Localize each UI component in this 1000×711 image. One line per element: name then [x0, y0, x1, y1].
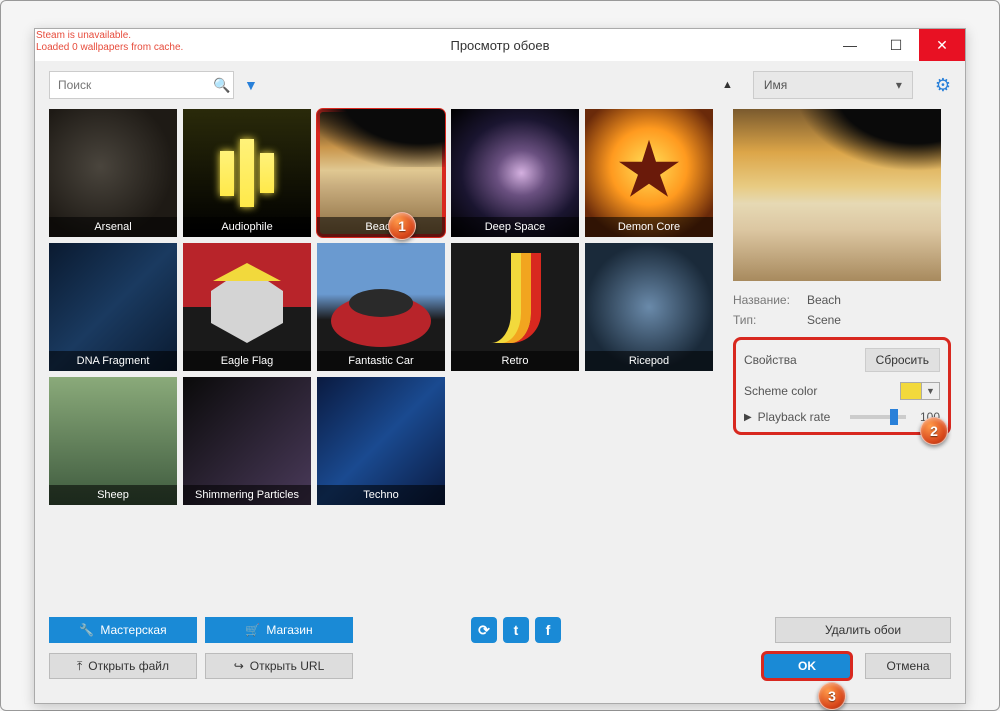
gear-icon[interactable]: ⚙ — [935, 75, 951, 96]
maximize-button[interactable]: ☐ — [873, 29, 919, 61]
properties-title: Свойства — [744, 353, 797, 367]
properties-panel: Свойства Сбросить Scheme color ▼ ▶ Playb… — [733, 337, 951, 435]
color-swatch — [900, 382, 922, 400]
tile-ricepod[interactable]: Ricepod — [585, 243, 713, 371]
sort-dropdown[interactable]: Имя ▾ — [753, 71, 913, 99]
details-sidebar: Название:Beach Тип:Scene Свойства Сброси… — [733, 109, 951, 505]
scheme-color-label: Scheme color — [744, 384, 817, 398]
delete-wallpaper-button[interactable]: Удалить обои — [775, 617, 951, 643]
playback-rate-label: Playback rate — [758, 410, 831, 424]
sort-label: Имя — [764, 78, 787, 92]
cart-icon: 🛒 — [245, 623, 260, 637]
tile-sheep[interactable]: Sheep — [49, 377, 177, 505]
callout-1: 1 — [388, 212, 416, 240]
search-input[interactable] — [58, 78, 213, 92]
sort-direction-icon[interactable]: ▲ — [722, 79, 733, 91]
bottom-bar: 🔧Мастерская 🛒Магазин ⟳ t f Удалить обои … — [49, 617, 951, 689]
toolbar: 🔍 ▼ ▲ Имя ▾ ⚙ — [35, 61, 965, 109]
tile-eagle-flag[interactable]: Eagle Flag — [183, 243, 311, 371]
window-title: Просмотр обоев — [450, 38, 549, 53]
ok-button[interactable]: OK — [761, 651, 853, 681]
link-icon: ↪ — [234, 659, 244, 673]
twitter-icon[interactable]: t — [503, 617, 529, 643]
status-messages: Steam is unavailable. Loaded 0 wallpaper… — [36, 30, 183, 54]
tile-retro[interactable]: Retro — [451, 243, 579, 371]
cancel-button[interactable]: Отмена — [865, 653, 951, 679]
upload-icon: ⤒ — [77, 659, 82, 674]
type-value: Scene — [807, 313, 841, 327]
open-file-button[interactable]: ⤒Открыть файл — [49, 653, 197, 679]
close-button[interactable]: ✕ — [919, 29, 965, 61]
name-key: Название: — [733, 293, 807, 307]
tile-deep-space[interactable]: Deep Space — [451, 109, 579, 237]
type-key: Тип: — [733, 313, 807, 327]
name-value: Beach — [807, 293, 841, 307]
filter-icon[interactable]: ▼ — [244, 77, 258, 93]
open-url-button[interactable]: ↪Открыть URL — [205, 653, 353, 679]
callout-3: 3 — [818, 682, 846, 710]
tile-techno[interactable]: Techno — [317, 377, 445, 505]
tile-dna-fragment[interactable]: DNA Fragment — [49, 243, 177, 371]
tile-demon-core[interactable]: Demon Core — [585, 109, 713, 237]
tile-beach[interactable]: Beach — [317, 109, 445, 237]
tile-audiophile[interactable]: Audiophile — [183, 109, 311, 237]
callout-2: 2 — [920, 417, 948, 445]
expand-icon[interactable]: ▶ — [744, 412, 752, 423]
facebook-icon[interactable]: f — [535, 617, 561, 643]
tile-arsenal[interactable]: Arsenal — [49, 109, 177, 237]
status-line: Steam is unavailable. — [36, 30, 183, 42]
chevron-down-icon: ▼ — [922, 382, 940, 400]
tile-fantastic-car[interactable]: Fantastic Car — [317, 243, 445, 371]
steam-icon[interactable]: ⟳ — [471, 617, 497, 643]
playback-rate-slider[interactable] — [850, 415, 906, 419]
scheme-color-picker[interactable]: ▼ — [900, 382, 940, 400]
search-box[interactable]: 🔍 — [49, 71, 234, 99]
store-button[interactable]: 🛒Магазин — [205, 617, 353, 643]
reset-button[interactable]: Сбросить — [865, 348, 940, 372]
wallpaper-preview — [733, 109, 941, 281]
wrench-icon: 🔧 — [79, 623, 94, 637]
status-line: Loaded 0 wallpapers from cache. — [36, 42, 183, 54]
wallpaper-browser-window: Просмотр обоев — ☐ ✕ 🔍 ▼ ▲ Имя ▾ ⚙ Arsen… — [34, 28, 966, 704]
minimize-button[interactable]: — — [827, 29, 873, 61]
workshop-button[interactable]: 🔧Мастерская — [49, 617, 197, 643]
tile-shimmering-particles[interactable]: Shimmering Particles — [183, 377, 311, 505]
chevron-down-icon: ▾ — [896, 78, 902, 92]
wallpaper-grid: Arsenal Audiophile Beach Deep Space Demo… — [49, 109, 723, 505]
search-icon[interactable]: 🔍 — [213, 77, 230, 94]
